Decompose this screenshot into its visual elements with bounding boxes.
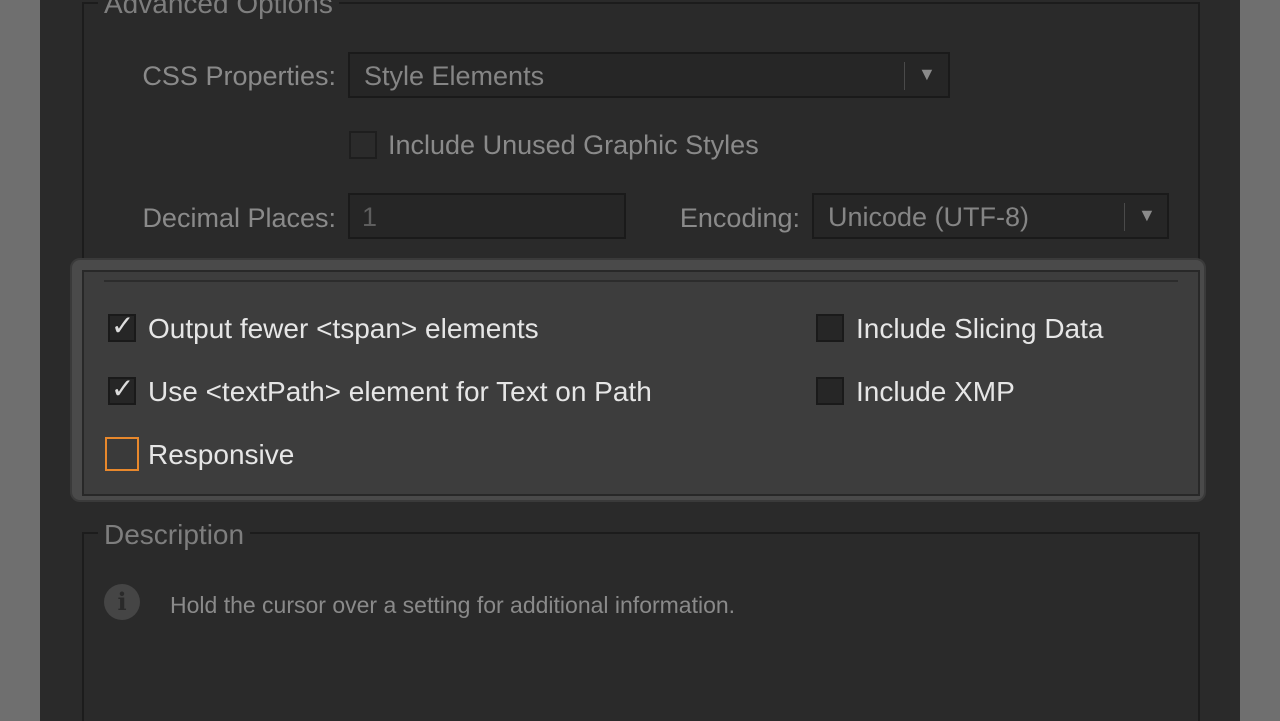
export-options-dialog: Advanced Options CSS Properties: Style E… — [40, 0, 1240, 721]
description-group — [82, 532, 1200, 721]
responsive-checkbox[interactable] — [105, 437, 139, 471]
advanced-options-legend: Advanced Options — [98, 0, 339, 20]
divider — [104, 280, 1178, 282]
checkmark-icon: ✓ — [111, 373, 135, 404]
css-properties-select[interactable]: Style Elements ▼ — [348, 52, 950, 98]
output-fewer-tspan-label[interactable]: Output fewer <tspan> elements — [148, 313, 539, 345]
description-text: Hold the cursor over a setting for addit… — [170, 592, 736, 618]
encoding-value: Unicode (UTF-8) — [828, 202, 1030, 232]
responsive-label[interactable]: Responsive — [148, 439, 294, 471]
decimal-places-value: 1 — [362, 202, 378, 232]
css-properties-label: CSS Properties: — [142, 61, 336, 91]
checkmark-icon: ✓ — [111, 310, 135, 341]
decimal-places-input[interactable]: 1 — [348, 193, 626, 239]
info-icon: i — [104, 584, 140, 620]
options-panel-inner: ✓ Output fewer <tspan> elements ✓ Use <t… — [82, 270, 1200, 496]
include-xmp-label[interactable]: Include XMP — [856, 376, 1015, 408]
use-textpath-label[interactable]: Use <textPath> element for Text on Path — [148, 376, 652, 408]
chevron-down-icon: ▼ — [1138, 205, 1156, 225]
chevron-down-icon: ▼ — [918, 64, 936, 84]
output-fewer-tspan-checkbox[interactable]: ✓ — [108, 310, 136, 342]
select-divider — [1124, 203, 1125, 231]
encoding-label: Encoding: — [679, 203, 800, 233]
use-textpath-checkbox[interactable]: ✓ — [108, 373, 136, 405]
encoding-select[interactable]: Unicode (UTF-8) ▼ — [812, 193, 1169, 239]
svg-output-options-panel: ✓ Output fewer <tspan> elements ✓ Use <t… — [70, 258, 1206, 502]
include-xmp-checkbox[interactable] — [816, 377, 844, 405]
select-divider — [904, 62, 905, 90]
include-slicing-data-label[interactable]: Include Slicing Data — [856, 313, 1103, 345]
css-properties-value: Style Elements — [364, 61, 545, 91]
include-unused-styles-label: Include Unused Graphic Styles — [388, 130, 759, 160]
description-legend: Description — [98, 519, 251, 551]
decimal-places-label: Decimal Places: — [142, 203, 336, 233]
include-slicing-data-checkbox[interactable] — [816, 314, 844, 342]
include-unused-styles-checkbox[interactable] — [349, 131, 377, 159]
